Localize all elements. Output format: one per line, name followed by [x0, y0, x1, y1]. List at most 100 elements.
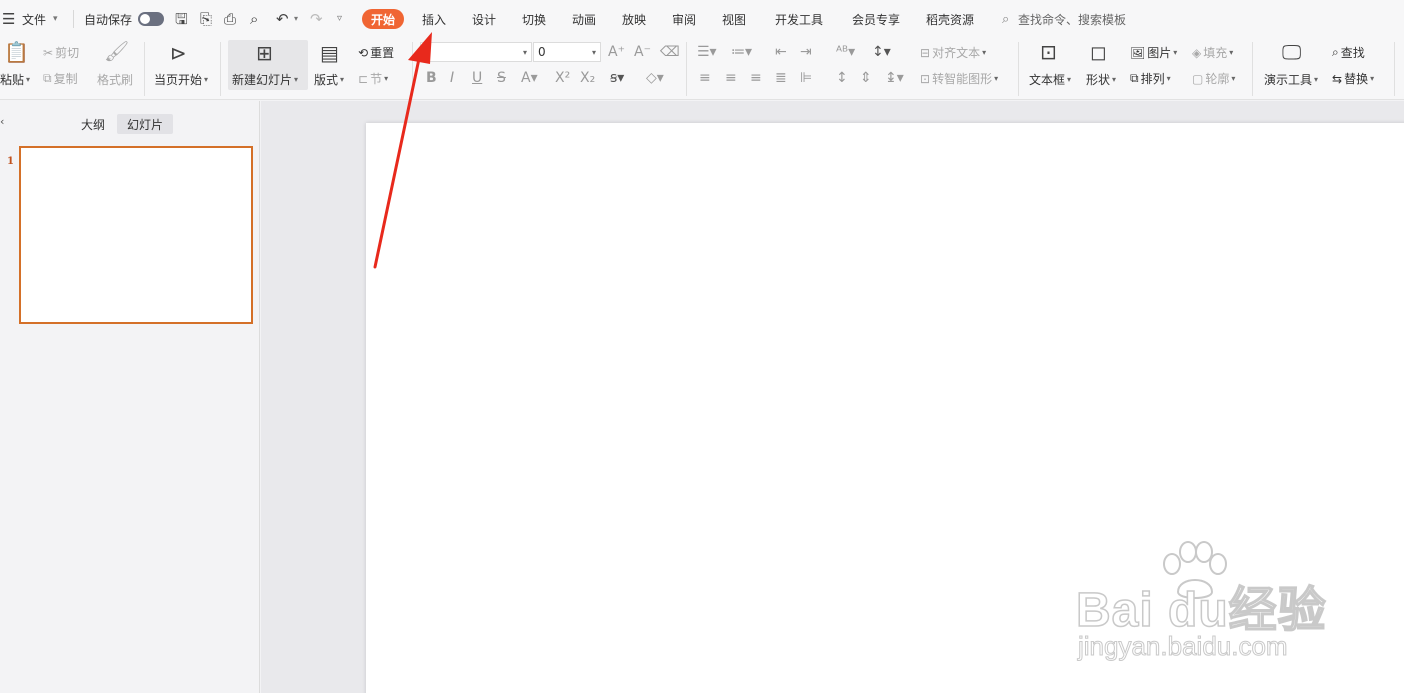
align-text-button[interactable]: ⊟ 对齐文本 ▾: [920, 44, 986, 61]
textbox-label: 文本框: [1029, 73, 1066, 87]
superscript-icon[interactable]: X²: [555, 68, 570, 88]
layout-button[interactable]: 版式 ▾: [314, 71, 344, 88]
start-from-current-button[interactable]: 当页开始 ▾: [154, 71, 208, 88]
presentation-tools-icon[interactable]: 🖵: [1282, 42, 1301, 62]
text-direction-icon[interactable]: ↕▾: [872, 42, 891, 62]
align-left-icon[interactable]: ≡: [699, 68, 711, 88]
fill-label: 填充: [1203, 46, 1228, 60]
picture-button[interactable]: 🖼 图片 ▾: [1130, 44, 1177, 61]
dropdown-arrow-icon: ▾: [1067, 75, 1072, 84]
font-size-select[interactable]: 0 ▾: [533, 42, 601, 62]
dropdown-arrow-icon: ▾: [1166, 74, 1171, 83]
customize-toolbar-icon[interactable]: ▿: [337, 0, 342, 38]
subscript-icon[interactable]: X₂: [580, 68, 595, 88]
cut-button[interactable]: ✂ 剪切: [43, 44, 79, 61]
font-color-icon[interactable]: A▾: [521, 68, 538, 88]
decrease-font-icon[interactable]: A⁻: [634, 42, 651, 62]
redo-icon[interactable]: ↷: [310, 0, 323, 38]
undo-dropdown-icon[interactable]: ▾: [294, 0, 298, 38]
replace-button[interactable]: ⇆ 替换 ▾: [1332, 70, 1374, 87]
format-painter-button[interactable]: 格式刷: [97, 71, 133, 88]
paragraph-spacing-icon[interactable]: ⇕: [860, 68, 872, 88]
command-search[interactable]: 查找命令、搜索模板: [1018, 0, 1126, 38]
dropdown-arrow-icon: ▾: [1112, 75, 1117, 84]
decrease-indent-icon[interactable]: ⇤: [775, 42, 787, 62]
layout-icon[interactable]: ▤: [320, 43, 339, 63]
save-icon[interactable]: 🖫: [175, 0, 188, 38]
divider: [686, 42, 687, 96]
text-spacing-icon[interactable]: ᴬᴮ▾: [836, 42, 855, 62]
tab-design[interactable]: 设计: [472, 0, 496, 38]
format-painter-icon[interactable]: 🖌: [104, 41, 129, 61]
underline-icon[interactable]: U: [472, 68, 482, 88]
increase-indent-icon[interactable]: ⇥: [800, 42, 812, 62]
tab-home[interactable]: 开始: [362, 9, 405, 29]
chevron-down-icon[interactable]: ▾: [53, 0, 58, 38]
tab-review[interactable]: 审阅: [672, 0, 696, 38]
dropdown-arrow-icon: ▾: [1229, 48, 1234, 57]
copy-button[interactable]: ⧉ 复制: [43, 70, 78, 87]
tab-outline[interactable]: 大纲: [81, 114, 105, 134]
autosave-toggle[interactable]: [138, 12, 164, 26]
picture-icon: 🖼: [1130, 45, 1146, 60]
bullet-list-icon[interactable]: ☰▾: [697, 42, 717, 62]
justify-icon[interactable]: ≣: [775, 68, 787, 88]
italic-icon[interactable]: I: [450, 68, 454, 88]
export-pdf-icon[interactable]: ⎘: [200, 0, 212, 38]
align-center-icon[interactable]: ≡: [725, 68, 737, 88]
tab-docer[interactable]: 稻壳资源: [926, 0, 974, 38]
distribute-icon[interactable]: ⊫: [800, 68, 812, 88]
print-preview-icon[interactable]: ⌕: [250, 0, 258, 38]
scissors-icon: ✂: [43, 45, 54, 60]
fill-button[interactable]: ◈ 填充 ▾: [1192, 44, 1233, 61]
tab-transitions[interactable]: 切换: [522, 0, 546, 38]
hamburger-menu-icon[interactable]: ☰: [2, 0, 15, 38]
play-circle-icon[interactable]: ⊳: [170, 43, 187, 63]
collapse-panel-icon[interactable]: ‹: [0, 115, 4, 128]
layout-label: 版式: [314, 73, 339, 87]
slide-thumbnail[interactable]: [19, 146, 253, 324]
autosave-label: 自动保存: [84, 12, 133, 27]
divider: [1252, 42, 1253, 96]
shape-button[interactable]: 形状 ▾: [1086, 71, 1116, 88]
picture-label: 图片: [1147, 46, 1172, 60]
arrange-button[interactable]: ⧉ 排列 ▾: [1130, 70, 1171, 87]
strikethrough-icon[interactable]: S: [497, 68, 506, 88]
tab-view[interactable]: 视图: [722, 0, 746, 38]
line-spacing-icon[interactable]: ↕: [836, 68, 848, 88]
textbox-icon[interactable]: ⊡: [1040, 42, 1057, 62]
file-menu[interactable]: 文件: [22, 0, 46, 38]
tab-slides[interactable]: 幻灯片: [117, 114, 174, 134]
tab-slideshow[interactable]: 放映: [622, 0, 646, 38]
ribbon-toolbar: 📋 粘贴 ▾ ✂ 剪切 ⧉ 复制 🖌 格式刷 ⊳ 当页开始 ▾ ⊞ 新建幻灯片 ▾ ▤ 版…: [0, 38, 1404, 100]
undo-icon[interactable]: ↶: [276, 0, 289, 38]
dropdown-arrow-icon: ▾: [340, 75, 345, 84]
align-right-icon[interactable]: ≡: [750, 68, 762, 88]
dropdown-arrow-icon: ▾: [1173, 48, 1178, 57]
search-icon: ⌕: [1332, 45, 1339, 59]
presentation-tools-button[interactable]: 演示工具 ▾: [1264, 71, 1318, 88]
find-button[interactable]: ⌕ 查找: [1332, 44, 1365, 61]
tab-animations[interactable]: 动画: [572, 0, 596, 38]
textbox-button[interactable]: 文本框 ▾: [1029, 71, 1071, 88]
highlight-icon[interactable]: ◇▾: [646, 68, 664, 88]
new-slide-label: 新建幻灯片: [232, 73, 293, 87]
dropdown-arrow-icon: ▾: [1314, 75, 1319, 84]
shapes-icon[interactable]: ◻: [1090, 42, 1107, 62]
spacing-options-icon[interactable]: ↨▾: [885, 68, 904, 88]
increase-font-icon[interactable]: A⁺: [608, 42, 625, 62]
outline-button[interactable]: ▢ 轮廓 ▾: [1192, 70, 1235, 87]
print-icon[interactable]: ⎙: [224, 0, 236, 38]
convert-smartart-button[interactable]: ⊡ 转智能图形 ▾: [920, 70, 998, 87]
paste-icon[interactable]: 📋: [4, 42, 29, 62]
numbered-list-icon[interactable]: ≔▾: [731, 42, 752, 62]
tab-member[interactable]: 会员专享: [852, 0, 900, 38]
paste-button[interactable]: 粘贴 ▾: [0, 71, 30, 88]
dropdown-arrow-icon: ▾: [591, 47, 596, 57]
new-slide-icon[interactable]: ⊞: [256, 43, 273, 63]
new-slide-button[interactable]: 新建幻灯片 ▾: [232, 71, 298, 88]
clear-format-icon[interactable]: ⌫: [660, 42, 680, 62]
tab-developer[interactable]: 开发工具: [775, 0, 823, 38]
outline-icon: ▢: [1192, 71, 1204, 86]
phonetic-guide-icon[interactable]: ꞩ▾: [610, 68, 624, 88]
